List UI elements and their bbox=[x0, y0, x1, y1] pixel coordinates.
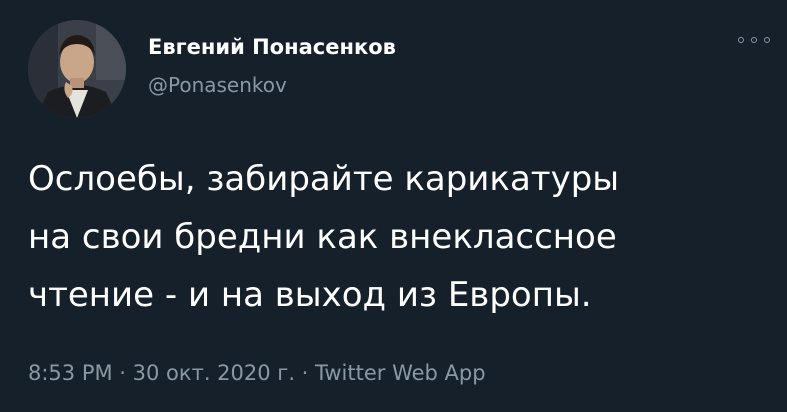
meta-separator: · bbox=[112, 361, 133, 385]
more-options-icon-dot bbox=[751, 37, 757, 43]
tweet-meta: 8:53 PM · 30 окт. 2020 г. · Twitter Web … bbox=[28, 361, 486, 385]
tweet-time[interactable]: 8:53 PM bbox=[28, 361, 113, 385]
more-options-button[interactable] bbox=[738, 32, 770, 48]
tweet-card: Евгений Понасенков @Ponasenkov Ослоебы, … bbox=[0, 0, 787, 412]
tweet-source[interactable]: Twitter Web App bbox=[315, 361, 486, 385]
tweet-date[interactable]: 30 окт. 2020 г. bbox=[133, 361, 295, 385]
meta-separator: · bbox=[295, 361, 316, 385]
more-options-icon bbox=[738, 37, 744, 43]
more-options-icon-dot bbox=[764, 37, 770, 43]
author-handle[interactable]: @Ponasenkov bbox=[148, 73, 287, 97]
avatar[interactable] bbox=[28, 20, 126, 118]
tweet-text-line: на свои бредни как внеклассное bbox=[28, 217, 617, 257]
avatar-image bbox=[28, 20, 126, 118]
tweet-text-line: чтение - и на выход из Европы. bbox=[28, 275, 592, 315]
tweet-text-line: Ослоебы, забирайте карикатуры bbox=[28, 159, 620, 199]
tweet-text: Ослоебы, забирайте карикатуры на свои бр… bbox=[28, 150, 768, 324]
author-display-name[interactable]: Евгений Понасенков bbox=[148, 35, 396, 59]
